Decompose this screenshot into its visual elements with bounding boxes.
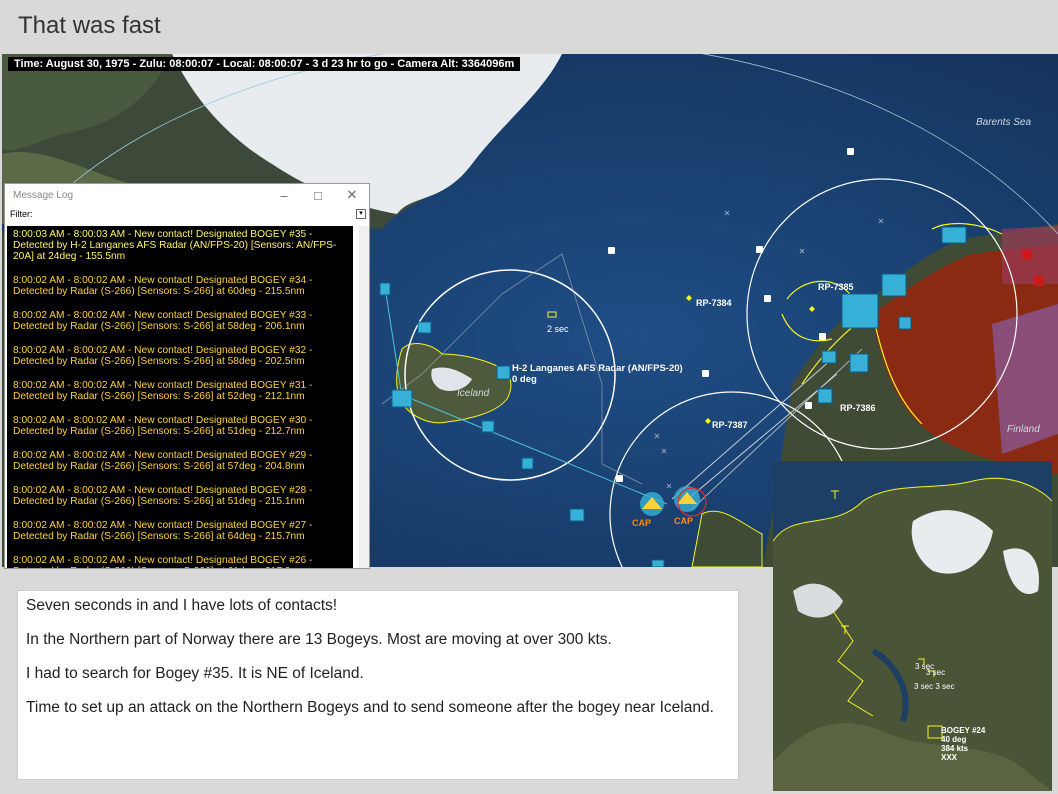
label-barents-sea: Barents Sea — [976, 117, 1032, 128]
radar-unit-label[interactable]: H-2 Langanes AFS Radar (AN/FPS-20) — [512, 363, 683, 374]
maximize-icon[interactable]: □ — [301, 188, 335, 203]
label-rp-7384[interactable]: RP-7384 — [696, 298, 732, 308]
inset-label-3sec-b: 3 sec — [926, 668, 946, 677]
bogey-24-label[interactable]: BOGEY #24 40 deg 384 kts XXX — [941, 726, 985, 762]
list-item: 8:00:02 AM - 8:00:02 AM - New contact! D… — [13, 520, 313, 542]
list-item: 8:00:02 AM - 8:00:02 AM - New contact! D… — [13, 415, 313, 437]
list-item: 8:00:02 AM - 8:00:02 AM - New contact! D… — [13, 555, 313, 568]
message-list[interactable]: 8:00:03 AM - 8:00:03 AM - New contact! D… — [7, 226, 353, 568]
bogey-heading: 40 deg — [941, 735, 967, 744]
message-log-window[interactable]: Message Log – □ ✕ Filter: ▾ 8:00:03 AM -… — [4, 183, 370, 569]
list-item: 8:00:02 AM - 8:00:02 AM - New contact! D… — [13, 485, 313, 507]
label-rp-7386[interactable]: RP-7386 — [840, 403, 876, 413]
list-item: 8:00:02 AM - 8:00:02 AM - New contact! D… — [13, 380, 313, 402]
slide-notes: Seven seconds in and I have lots of cont… — [17, 590, 739, 780]
close-icon[interactable]: ✕ — [335, 187, 369, 203]
minimize-icon[interactable]: – — [267, 188, 301, 203]
note-line: Seven seconds in and I have lots of cont… — [26, 597, 338, 614]
filter-dropdown-icon[interactable]: ▾ — [356, 209, 366, 219]
inset-map-canvas[interactable] — [773, 461, 1052, 791]
filter-label: Filter: — [10, 209, 33, 219]
label-cap-right[interactable]: CAP — [674, 516, 693, 526]
label-rp-7387[interactable]: RP-7387 — [712, 420, 748, 430]
simulation-status-bar: Time: August 30, 1975 - Zulu: 08:00:07 -… — [8, 57, 521, 71]
list-item: 8:00:03 AM - 8:00:03 AM - New contact! D… — [13, 229, 337, 262]
label-rp-7385[interactable]: RP-7385 — [818, 282, 854, 292]
bogey-name: BOGEY #24 — [941, 726, 986, 735]
message-filter-row[interactable]: Filter: ▾ — [5, 206, 369, 222]
message-log-titlebar[interactable]: Message Log – □ ✕ — [5, 184, 369, 206]
note-line: Time to set up an attack on the Northern… — [26, 699, 714, 716]
label-finland: Finland — [1007, 424, 1040, 435]
list-item: 8:00:02 AM - 8:00:02 AM - New contact! D… — [13, 345, 313, 367]
slide-title: That was fast — [18, 12, 161, 39]
label-two-sec: 2 sec — [547, 324, 569, 334]
message-log-title: Message Log — [13, 189, 74, 201]
list-item: 8:00:02 AM - 8:00:02 AM - New contact! D… — [13, 275, 313, 297]
message-log-scrollbar[interactable] — [359, 226, 369, 568]
label-cap-left[interactable]: CAP — [632, 518, 651, 528]
radar-heading-label: 0 deg — [512, 374, 537, 385]
note-line: I had to search for Bogey #35. It is NE … — [26, 665, 364, 682]
inset-label-3sec-c: 3 sec 3 sec — [914, 682, 955, 691]
inset-map-view[interactable]: 3 sec 3 sec 3 sec 3 sec BOGEY #24 40 deg… — [773, 461, 1052, 791]
list-item: 8:00:02 AM - 8:00:02 AM - New contact! D… — [13, 450, 313, 472]
bogey-speed: 384 kts — [941, 744, 969, 753]
label-iceland: Iceland — [457, 388, 490, 399]
note-line: In the Northern part of Norway there are… — [26, 631, 612, 648]
list-item: 8:00:02 AM - 8:00:02 AM - New contact! D… — [13, 310, 313, 332]
bogey-altitude: XXX — [941, 753, 958, 762]
